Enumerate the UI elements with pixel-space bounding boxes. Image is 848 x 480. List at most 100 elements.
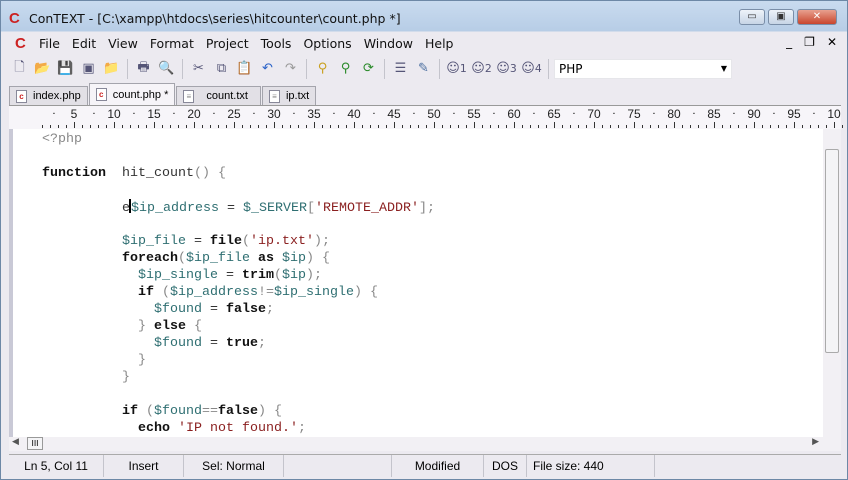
ruler-tick (738, 125, 739, 128)
maximize-button[interactable]: ▣ (768, 9, 794, 25)
ruler-tick (138, 125, 139, 128)
horizontal-scroll-thumb[interactable]: III (27, 437, 43, 450)
code-token: file (209, 234, 242, 249)
ruler-tick (202, 125, 203, 128)
separator (384, 58, 385, 79)
print-icon[interactable]: 🖶 (133, 58, 154, 79)
code-token: ; (257, 336, 266, 351)
ruler-tick (826, 125, 827, 128)
find-next-icon[interactable]: ⚲ (335, 58, 356, 79)
code-editor[interactable]: <?php function hit_count() { e$ip_address… (9, 129, 823, 437)
ruler-tick (346, 125, 347, 128)
code-token: trim (241, 268, 274, 283)
ruler-tick (690, 125, 691, 128)
new-file-icon[interactable]: 🗋 (9, 58, 30, 79)
menu-project[interactable]: Project (200, 36, 255, 51)
paste-icon[interactable]: 📋 (234, 58, 255, 79)
ruler-label: 90 (747, 107, 761, 121)
ruler-dot: · (252, 109, 256, 120)
menu-file[interactable]: File (33, 36, 66, 51)
code-line: $found = false; (42, 301, 435, 318)
code-line: if ($found==false) { (42, 403, 435, 420)
user-command-4-icon[interactable]: ☺ 4 (520, 58, 543, 79)
ruler-tick (650, 125, 651, 128)
text-file-icon: ≡ (268, 89, 280, 103)
minimize-button[interactable]: ▭ (739, 9, 765, 25)
mdi-minimize-button[interactable]: _ (786, 35, 792, 49)
menu-view[interactable]: View (102, 36, 144, 51)
menu-bar: C File Edit View Format Project Tools Op… (9, 33, 841, 53)
find-icon[interactable]: ⚲ (312, 58, 333, 79)
code-token: if (121, 404, 138, 419)
open-file-icon[interactable]: 📂 (32, 58, 53, 79)
editor-gutter (9, 129, 13, 437)
ruler-tick (770, 125, 771, 128)
ruler-tick (530, 125, 531, 128)
document-tabs: c index.php c count.php * ≡ count.txt ≡ ip.t… (9, 83, 317, 105)
document-properties-icon[interactable]: ☰ (390, 58, 411, 79)
copy-icon[interactable]: ⧉ (211, 58, 232, 79)
open-folder-icon[interactable]: 📁 (101, 58, 122, 79)
ruler-tick (426, 125, 427, 128)
vertical-scroll-thumb[interactable] (825, 149, 839, 353)
user-command-3-icon[interactable]: ☺ 3 (495, 58, 518, 79)
ruler-tick (442, 125, 443, 128)
horizontal-scrollbar[interactable]: ◀ III ▶ (9, 437, 841, 451)
scroll-right-icon[interactable]: ▶ (812, 437, 819, 447)
cut-icon[interactable]: ✂ (188, 58, 209, 79)
code-text[interactable]: <?php function hit_count() { e$ip_address… (42, 131, 435, 437)
redo-icon[interactable]: ↷ (280, 58, 301, 79)
status-mode: Insert (104, 455, 184, 477)
menu-format[interactable]: Format (144, 36, 200, 51)
replace-icon[interactable]: ⟳ (358, 58, 379, 79)
user-command-2-icon[interactable]: ☺ 2 (470, 58, 493, 79)
code-token: } (137, 319, 154, 334)
ruler-dot: · (732, 109, 736, 120)
document-logo-icon[interactable]: C (15, 36, 29, 51)
mdi-close-button[interactable]: ✕ (827, 35, 837, 49)
ruler-dot: · (52, 109, 56, 120)
code-line: function hit_count() { (42, 165, 435, 182)
tab-count-php[interactable]: c count.php * (88, 83, 176, 105)
ruler-label: 35 (307, 107, 321, 121)
close-button[interactable]: ✕ (797, 9, 837, 25)
ruler-tick (58, 125, 59, 128)
tab-index-php[interactable]: c index.php (9, 86, 88, 105)
menu-options[interactable]: Options (297, 36, 357, 51)
ruler-label: 15 (147, 107, 161, 121)
ruler-label: 5 (70, 107, 78, 121)
code-token: == (201, 404, 218, 419)
ruler-tick (722, 125, 723, 128)
menu-edit[interactable]: Edit (66, 36, 102, 51)
vertical-scrollbar[interactable] (823, 129, 841, 437)
menu-tools[interactable]: Tools (255, 36, 298, 51)
code-token: $ip_file (185, 251, 250, 266)
ruler-label: 25 (227, 107, 241, 121)
code-token: $_SERVER (242, 201, 307, 216)
print-preview-icon[interactable]: 🔍 (156, 58, 177, 79)
scroll-left-icon[interactable]: ◀ (12, 437, 19, 447)
highlighter-select[interactable]: PHP ▼ (554, 58, 732, 79)
tab-ip-txt[interactable]: ≡ ip.txt (261, 86, 317, 105)
ruler-dot: · (532, 109, 536, 120)
ruler-tick (746, 125, 747, 128)
menu-help[interactable]: Help (419, 36, 460, 51)
status-extra (655, 455, 841, 477)
code-token: ( (177, 251, 186, 266)
ruler-tick (234, 122, 235, 128)
code-token: () { (193, 166, 226, 181)
save-icon[interactable]: 💾 (55, 58, 76, 79)
tab-count-txt[interactable]: ≡ count.txt (176, 86, 261, 105)
menu-window[interactable]: Window (358, 36, 419, 51)
undo-icon[interactable]: ↶ (257, 58, 278, 79)
ruler-label: 50 (427, 107, 441, 121)
save-all-icon[interactable]: ▣ (78, 58, 99, 79)
user-command-1-icon[interactable]: ☺ 1 (445, 58, 468, 79)
pin-icon[interactable]: ✎ (413, 58, 434, 79)
ruler-tick (714, 122, 715, 128)
code-line: foreach($ip_file as $ip) { (42, 250, 435, 267)
ruler-tick (322, 125, 323, 128)
mdi-restore-button[interactable]: ❐ (804, 35, 815, 49)
